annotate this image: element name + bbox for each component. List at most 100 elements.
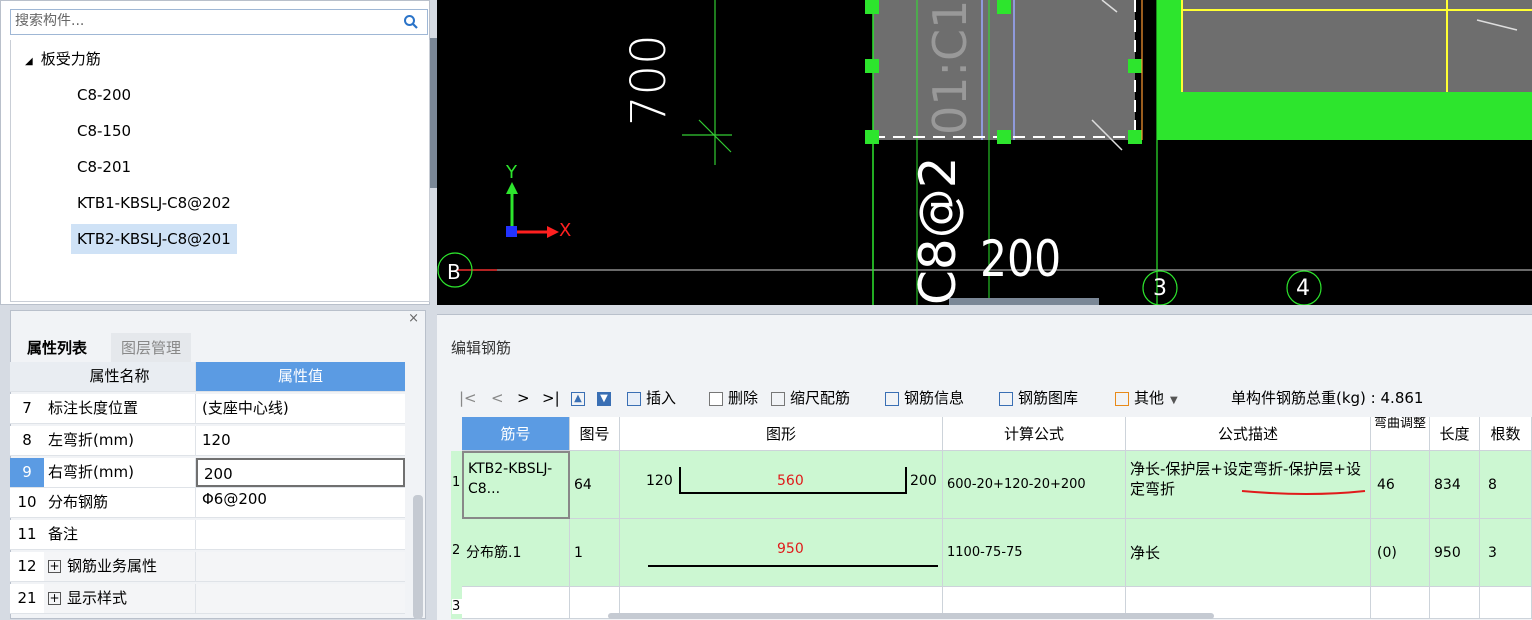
tree-item[interactable]: C8-200 <box>71 80 137 110</box>
move-down-button[interactable]: ▼ <box>597 384 616 412</box>
shape-mid-length[interactable]: 560 <box>777 473 804 489</box>
rebar-library-button[interactable]: 钢筋图库 <box>999 384 1078 412</box>
length-cell[interactable]: 950 <box>1430 519 1480 587</box>
figure-number-cell[interactable]: 1 <box>570 519 620 587</box>
cad-viewport[interactable]: 700 200 C8@2 01:C1 Y X B 3 4 <box>437 0 1532 305</box>
first-button[interactable]: |< <box>459 384 477 412</box>
other-menu-button[interactable]: 其他 ▼ <box>1115 384 1178 412</box>
tab-layer-management[interactable]: 图层管理 <box>111 333 192 363</box>
property-row[interactable]: 7 标注长度位置 (支座中心线) <box>10 394 405 424</box>
expand-plus-icon[interactable]: + <box>48 592 61 605</box>
column-header[interactable]: 图形 <box>620 417 943 451</box>
tree-root-label: 板受力筋 <box>40 50 101 68</box>
table-horizontal-scrollbar[interactable] <box>608 613 1214 619</box>
property-row[interactable]: 10 分布钢筋 Φ6@200 <box>10 488 405 518</box>
expand-plus-icon[interactable]: + <box>48 560 61 573</box>
dimension-200-label: 200 <box>980 230 1062 288</box>
next-button[interactable]: > <box>517 384 530 412</box>
dimension-700-label: 700 <box>621 34 677 126</box>
search-input[interactable] <box>15 13 395 29</box>
bar-name-cell[interactable]: KTB2-KBSLJ-C8... <box>462 451 570 519</box>
total-weight-label: 单构件钢筋总重(kg) : 4.861 <box>1231 389 1424 407</box>
property-value[interactable]: Φ6@200 <box>196 488 405 517</box>
row-number: 21 <box>10 584 44 613</box>
row-number: 8 <box>10 426 44 455</box>
row-number: 12 <box>10 552 44 581</box>
component-tree: ◢ 板受力筋 C8-200 C8-150 C8-201 KTB1-KBSLJ-C8… <box>10 40 430 302</box>
tree-item[interactable]: KTB1-KBSLJ-C8@202 <box>71 188 237 218</box>
tab-property-list[interactable]: 属性列表 <box>17 333 98 363</box>
count-cell[interactable]: 3 <box>1480 519 1532 587</box>
property-group-row[interactable]: 12 + 钢筋业务属性 <box>10 552 405 582</box>
column-header[interactable]: 长度 <box>1430 417 1480 451</box>
property-row[interactable]: 11 备注 <box>10 520 405 550</box>
last-button[interactable]: >| <box>542 384 560 412</box>
row-number: 10 <box>10 488 44 517</box>
property-row[interactable]: 8 左弯折(mm) 120 <box>10 426 405 456</box>
column-header[interactable]: 弯曲调整 <box>1371 417 1430 451</box>
shape-right-bend[interactable]: 200 <box>910 473 937 489</box>
shape-cell[interactable]: 120 560 200 <box>620 451 943 519</box>
tree-item[interactable]: C8-201 <box>71 152 137 182</box>
property-group-row[interactable]: 21 + 显示样式 <box>10 584 405 614</box>
property-value-header: 属性值 <box>196 362 405 391</box>
prev-button[interactable]: < <box>491 384 504 412</box>
property-scrollbar[interactable] <box>413 495 423 619</box>
dropdown-arrow-icon: ▼ <box>1170 395 1178 406</box>
count-cell[interactable]: 8 <box>1480 451 1532 519</box>
bar-name-cell[interactable]: 分布筋.1 <box>462 519 570 587</box>
rebar-vertical-label: 01:C1 <box>923 0 977 135</box>
row-number: 1 <box>452 475 461 490</box>
tree-root-item[interactable]: ◢ 板受力筋 <box>19 44 107 74</box>
property-value-editing[interactable]: 200 <box>196 458 405 487</box>
insert-button[interactable]: 插入 <box>627 384 676 412</box>
rebar-info-button[interactable]: 钢筋信息 <box>885 384 964 412</box>
rebar-table: 筋号 图号 图形 计算公式 公式描述 弯曲调整 长度 根数 KTB2-KBSLJ… <box>462 417 1532 619</box>
column-header[interactable]: 公式描述 <box>1126 417 1371 451</box>
search-icon[interactable] <box>403 14 419 30</box>
count-cell[interactable] <box>1480 587 1532 619</box>
property-value <box>196 552 405 581</box>
tree-item[interactable]: C8-150 <box>71 116 137 146</box>
bar-name-cell[interactable] <box>462 587 570 619</box>
formula-cell[interactable]: 1100-75-75 <box>943 519 1126 587</box>
shape-mid-length[interactable]: 950 <box>777 541 804 557</box>
property-value[interactable]: 120 <box>196 426 405 455</box>
shape-cell[interactable]: 950 <box>620 519 943 587</box>
property-row-selected[interactable]: 9 右弯折(mm) 200 <box>10 458 405 488</box>
tree-item-selected[interactable]: KTB2-KBSLJ-C8@201 <box>71 224 237 254</box>
formula-desc-cell[interactable]: 净长 <box>1126 519 1371 587</box>
grid-axis-4-label: 4 <box>1296 276 1310 301</box>
other-icon <box>1115 391 1129 406</box>
move-up-button[interactable]: ▲ <box>571 384 590 412</box>
bend-adjust-cell[interactable]: (0) <box>1371 519 1430 587</box>
panel-title: 编辑钢筋 <box>451 339 512 357</box>
grid-axis-b-label: B <box>447 260 461 284</box>
scale-rebar-button[interactable]: 缩尺配筋 <box>771 384 850 412</box>
shape-left-bend[interactable]: 120 <box>646 473 673 489</box>
property-value[interactable]: (支座中心线) <box>196 394 405 423</box>
property-group-name[interactable]: + 钢筋业务属性 <box>44 552 196 581</box>
property-group-label: 钢筋业务属性 <box>67 557 158 575</box>
axis-y-label: Y <box>506 162 517 183</box>
property-value <box>196 584 405 613</box>
property-name: 右弯折(mm) <box>44 458 196 487</box>
search-box[interactable] <box>10 9 428 35</box>
bend-adjust-cell[interactable] <box>1371 587 1430 619</box>
column-header[interactable]: 计算公式 <box>943 417 1126 451</box>
length-cell[interactable]: 834 <box>1430 451 1480 519</box>
collapse-triangle-icon[interactable]: ◢ <box>25 56 33 67</box>
column-header[interactable]: 筋号 <box>462 417 570 451</box>
property-name: 左弯折(mm) <box>44 426 196 455</box>
property-value[interactable] <box>196 520 405 549</box>
length-cell[interactable] <box>1430 587 1480 619</box>
property-name: 标注长度位置 <box>44 394 196 423</box>
close-icon[interactable]: × <box>408 311 419 326</box>
property-group-name[interactable]: + 显示样式 <box>44 584 196 613</box>
delete-button[interactable]: 删除 <box>709 384 758 412</box>
property-name: 备注 <box>44 520 196 549</box>
column-header[interactable]: 图号 <box>570 417 620 451</box>
column-header[interactable]: 根数 <box>1480 417 1532 451</box>
row-number: 11 <box>10 520 44 549</box>
figure-number-cell[interactable]: 64 <box>570 451 620 519</box>
